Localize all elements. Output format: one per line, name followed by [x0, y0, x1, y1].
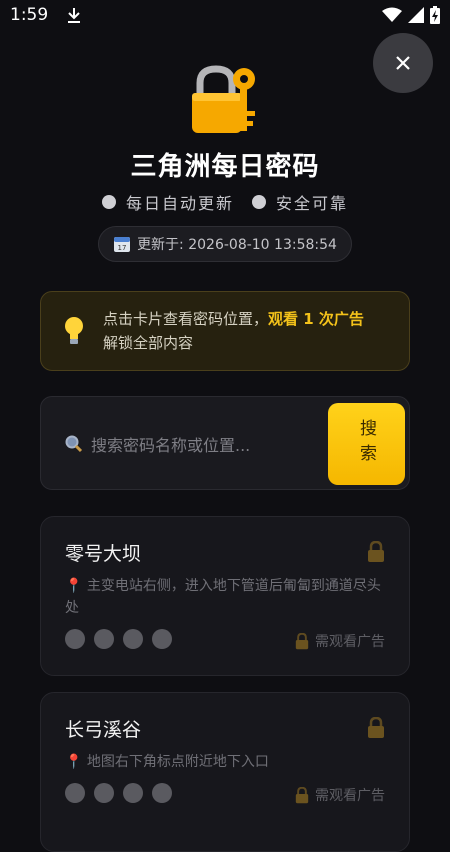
lock-icon [368, 717, 384, 738]
password-card[interactable]: 零号大坝 📍 主变电站右侧，进入地下管道后匍匐到通道尽头处 需观看广告 [40, 516, 410, 676]
tag-label: 安全可靠 [276, 194, 349, 213]
close-icon [396, 56, 410, 70]
watch-ad-label: 需观看广告 [315, 788, 385, 804]
code-dot [65, 629, 85, 649]
pin-icon: 📍 [65, 754, 83, 770]
card-title: 零号大坝 [65, 543, 142, 565]
download-icon [68, 8, 81, 23]
bullet-icon [101, 195, 116, 209]
lock-key-icon [192, 65, 255, 133]
code-dot [123, 629, 143, 649]
card-location: 📍 地图右下角标点附近地下入口 [65, 751, 387, 773]
battery-icon [430, 6, 440, 24]
hidden-code-dots [65, 629, 172, 649]
lock-icon [368, 541, 384, 562]
close-button[interactable] [373, 33, 433, 93]
code-dot [65, 783, 85, 803]
code-dot [123, 783, 143, 803]
notice-prefix: 点击卡片查看密码位置， [103, 310, 269, 328]
pin-icon: 📍 [65, 578, 83, 594]
watch-ad-hint: 需观看广告 [295, 785, 385, 805]
feature-tags: 每日自动更新 安全可靠 [0, 190, 450, 214]
search-input[interactable]: 搜索密码名称或位置... [65, 427, 325, 461]
tag-secure: 安全可靠 [252, 190, 348, 214]
tag-label: 每日自动更新 [125, 194, 234, 213]
page-title: 三角洲每日密码 [130, 152, 320, 182]
card-location-text: 主变电站右侧，进入地下管道后匍匐到通道尽头处 [65, 578, 381, 616]
lock-icon [295, 786, 309, 803]
code-dot [152, 629, 172, 649]
hidden-code-dots [65, 783, 172, 803]
search-icon [65, 435, 83, 453]
card-location-text: 地图右下角标点附近地下入口 [86, 754, 269, 770]
updated-label: 更新于: 2026-08-10 13:58:54 [137, 237, 337, 253]
wifi-icon [382, 7, 402, 22]
notice-highlight: 观看 1 次广告 [268, 310, 364, 328]
calendar-icon: 17 [114, 237, 131, 252]
tag-auto-update: 每日自动更新 [101, 190, 234, 214]
svg-text:17: 17 [118, 244, 127, 252]
card-title: 长弓溪谷 [65, 719, 142, 741]
watch-ad-hint: 需观看广告 [295, 631, 385, 651]
code-dot [94, 629, 114, 649]
watch-ad-label: 需观看广告 [315, 634, 385, 650]
status-time: 1:59 [10, 5, 49, 25]
lock-icon [295, 632, 309, 649]
code-dot [94, 783, 114, 803]
updated-timestamp: 17 更新于: 2026-08-10 13:58:54 [98, 226, 352, 262]
search-button[interactable]: 搜索 [328, 403, 405, 485]
signal-icon [408, 7, 424, 23]
card-location: 📍 主变电站右侧，进入地下管道后匍匐到通道尽头处 [65, 575, 387, 619]
unlock-notice: 点击卡片查看密码位置，观看 1 次广告 解锁全部内容 [40, 291, 410, 371]
search-panel: 搜索密码名称或位置... 搜索 [40, 396, 410, 490]
code-dot [152, 783, 172, 803]
notice-suffix: 解锁全部内容 [103, 334, 194, 352]
search-placeholder: 搜索密码名称或位置... [91, 436, 251, 455]
lightbulb-icon [65, 317, 83, 344]
notice-text: 点击卡片查看密码位置，观看 1 次广告 解锁全部内容 [103, 307, 364, 355]
status-bar: 1:59 [0, 0, 450, 30]
password-card[interactable]: 长弓溪谷 📍 地图右下角标点附近地下入口 需观看广告 [40, 692, 410, 852]
bullet-icon [252, 195, 266, 209]
